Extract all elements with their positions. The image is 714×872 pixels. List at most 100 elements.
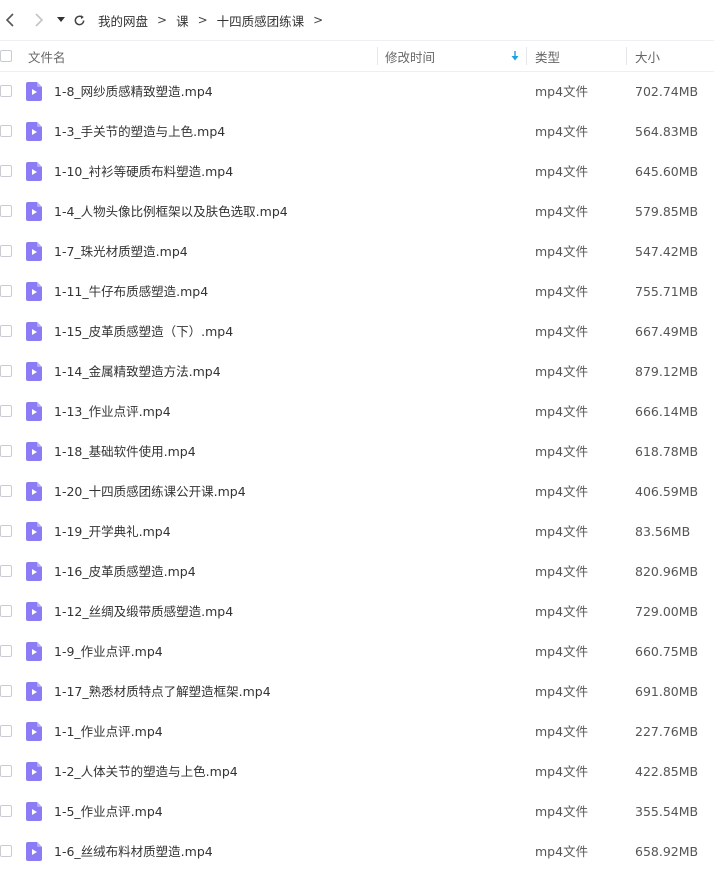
file-name[interactable]: 1-15_皮革质感塑造（下）.mp4 [54,312,233,352]
select-all-cell [0,41,14,71]
breadcrumb-item-root[interactable]: 我的网盘 [98,11,148,30]
file-size: 83.56MB [635,524,691,539]
file-row[interactable]: 1-9_作业点评.mp4 mp4文件 660.75MB [0,632,714,672]
refresh-button[interactable] [68,0,90,40]
chevron-right-icon [35,13,44,27]
row-checkbox[interactable] [0,245,12,257]
row-checkbox[interactable] [0,125,12,137]
column-divider[interactable] [626,47,627,65]
caret-down-icon [57,17,65,22]
sort-desc-icon[interactable] [511,41,519,71]
file-type: mp4文件 [535,204,589,219]
file-type: mp4文件 [535,604,589,619]
row-checkbox[interactable] [0,205,12,217]
back-button[interactable] [0,0,20,40]
file-size: 702.74MB [635,84,699,99]
file-row[interactable]: 1-17_熟悉材质特点了解塑造框架.mp4 mp4文件 691.80MB [0,672,714,712]
breadcrumb-item-course[interactable]: 课 [176,11,189,30]
file-size: 579.85MB [635,204,699,219]
file-name[interactable]: 1-16_皮革质感塑造.mp4 [54,552,196,592]
file-name[interactable]: 1-11_牛仔布质感塑造.mp4 [54,272,208,312]
refresh-icon [74,14,84,25]
row-checkbox[interactable] [0,365,12,377]
file-name[interactable]: 1-1_作业点评.mp4 [54,712,163,752]
row-checkbox[interactable] [0,525,12,537]
row-checkbox[interactable] [0,85,12,97]
file-size: 227.76MB [635,724,699,739]
file-row[interactable]: 1-15_皮革质感塑造（下）.mp4 mp4文件 667.49MB [0,312,714,352]
video-file-icon [26,682,42,701]
select-all-checkbox[interactable] [0,50,12,62]
file-type: mp4文件 [535,764,589,779]
column-divider[interactable] [526,47,527,65]
row-checkbox[interactable] [0,325,12,337]
column-header-name[interactable]: 文件名 [28,41,66,71]
file-row[interactable]: 1-20_十四质感团练课公开课.mp4 mp4文件 406.59MB [0,472,714,512]
file-size: 660.75MB [635,644,699,659]
file-row[interactable]: 1-10_衬衫等硬质布料塑造.mp4 mp4文件 645.60MB [0,152,714,192]
file-type: mp4文件 [535,524,589,539]
file-name[interactable]: 1-5_作业点评.mp4 [54,792,163,832]
file-type: mp4文件 [535,844,589,859]
breadcrumb-item-current[interactable]: 十四质感团练课 [217,11,305,30]
file-name[interactable]: 1-18_基础软件使用.mp4 [54,432,196,472]
file-name[interactable]: 1-8_网纱质感精致塑造.mp4 [54,72,213,112]
file-name[interactable]: 1-17_熟悉材质特点了解塑造框架.mp4 [54,672,271,712]
file-row[interactable]: 1-16_皮革质感塑造.mp4 mp4文件 820.96MB [0,552,714,592]
file-size: 406.59MB [635,484,699,499]
file-name[interactable]: 1-13_作业点评.mp4 [54,392,171,432]
file-size: 547.42MB [635,244,699,259]
file-size: 879.12MB [635,364,699,379]
history-dropdown-button[interactable] [54,0,68,40]
file-name[interactable]: 1-20_十四质感团练课公开课.mp4 [54,472,246,512]
row-checkbox[interactable] [0,485,12,497]
forward-button[interactable] [28,0,50,40]
file-name[interactable]: 1-6_丝绒布料材质塑造.mp4 [54,832,213,872]
file-name[interactable]: 1-2_人体关节的塑造与上色.mp4 [54,752,238,792]
column-divider[interactable] [377,47,378,65]
file-row[interactable]: 1-3_手关节的塑造与上色.mp4 mp4文件 564.83MB [0,112,714,152]
file-name[interactable]: 1-9_作业点评.mp4 [54,632,163,672]
file-name[interactable]: 1-4_人物头像比例框架以及肤色选取.mp4 [54,192,288,232]
file-row[interactable]: 1-7_珠光材质塑造.mp4 mp4文件 547.42MB [0,232,714,272]
row-checkbox[interactable] [0,645,12,657]
file-name[interactable]: 1-14_金属精致塑造方法.mp4 [54,352,221,392]
file-row[interactable]: 1-14_金属精致塑造方法.mp4 mp4文件 879.12MB [0,352,714,392]
file-row[interactable]: 1-13_作业点评.mp4 mp4文件 666.14MB [0,392,714,432]
row-checkbox[interactable] [0,765,12,777]
column-header-modified[interactable]: 修改时间 [385,41,435,71]
file-type: mp4文件 [535,644,589,659]
file-row[interactable]: 1-12_丝绸及缎带质感塑造.mp4 mp4文件 729.00MB [0,592,714,632]
file-row[interactable]: 1-4_人物头像比例框架以及肤色选取.mp4 mp4文件 579.85MB [0,192,714,232]
video-file-icon [26,762,42,781]
file-row[interactable]: 1-6_丝绒布料材质塑造.mp4 mp4文件 658.92MB [0,832,714,872]
video-file-icon [26,122,42,141]
file-row[interactable]: 1-11_牛仔布质感塑造.mp4 mp4文件 755.71MB [0,272,714,312]
row-checkbox[interactable] [0,605,12,617]
file-row[interactable]: 1-18_基础软件使用.mp4 mp4文件 618.78MB [0,432,714,472]
breadcrumb: 我的网盘 > 课 > 十四质感团练课 > [98,11,332,30]
row-checkbox[interactable] [0,845,12,857]
row-checkbox[interactable] [0,405,12,417]
video-file-icon [26,442,42,461]
file-name[interactable]: 1-19_开学典礼.mp4 [54,512,171,552]
file-row[interactable]: 1-5_作业点评.mp4 mp4文件 355.54MB [0,792,714,832]
file-name[interactable]: 1-7_珠光材质塑造.mp4 [54,232,188,272]
row-checkbox[interactable] [0,165,12,177]
file-name[interactable]: 1-10_衬衫等硬质布料塑造.mp4 [54,152,233,192]
row-checkbox[interactable] [0,565,12,577]
row-checkbox[interactable] [0,445,12,457]
row-checkbox[interactable] [0,805,12,817]
file-name[interactable]: 1-3_手关节的塑造与上色.mp4 [54,112,225,152]
file-row[interactable]: 1-19_开学典礼.mp4 mp4文件 83.56MB [0,512,714,552]
file-name[interactable]: 1-12_丝绸及缎带质感塑造.mp4 [54,592,233,632]
file-row[interactable]: 1-1_作业点评.mp4 mp4文件 227.76MB [0,712,714,752]
row-checkbox[interactable] [0,725,12,737]
file-row[interactable]: 1-8_网纱质感精致塑造.mp4 mp4文件 702.74MB [0,72,714,112]
file-size: 422.85MB [635,764,699,779]
row-checkbox[interactable] [0,685,12,697]
column-header-type[interactable]: 类型 [535,41,560,71]
column-header-size[interactable]: 大小 [635,41,660,71]
row-checkbox[interactable] [0,285,12,297]
file-row[interactable]: 1-2_人体关节的塑造与上色.mp4 mp4文件 422.85MB [0,752,714,792]
